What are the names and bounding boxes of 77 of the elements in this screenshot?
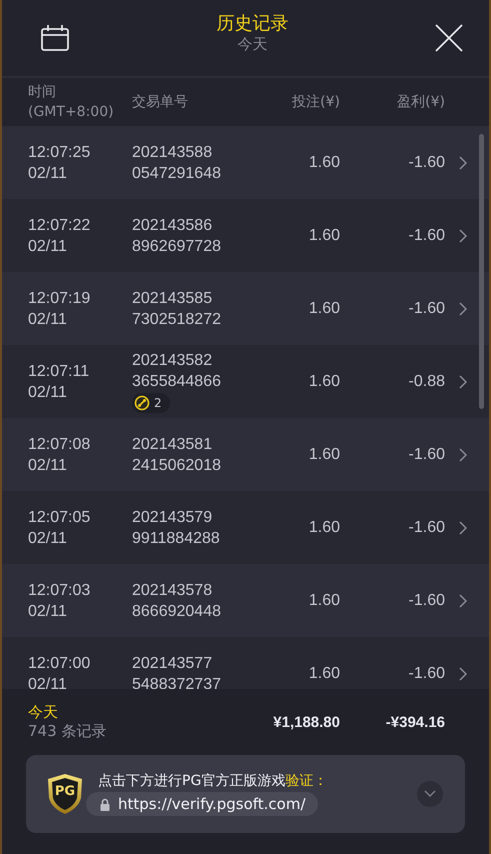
transaction-id: 202143585 7302518272 — [132, 288, 222, 330]
profit-amount: -1.60 — [408, 154, 445, 172]
record-count: 743 条记录 — [28, 722, 108, 741]
profit-amount: -1.60 — [408, 664, 445, 682]
column-header: 交易单号 — [132, 93, 189, 112]
badge-count: 2 — [154, 396, 162, 410]
chevron-right-icon — [459, 374, 467, 388]
expand-button[interactable] — [417, 781, 443, 807]
bet-amount: 1.60 — [308, 372, 340, 390]
bet-amount: 1.60 — [308, 592, 340, 610]
record-row[interactable]: 12:07:00 02/11 202143577 5488372737 1.60 -1.60 — [2, 637, 489, 689]
scrollbar[interactable] — [479, 134, 484, 409]
column-header: 时间 (GMT+8:00) — [28, 83, 115, 122]
verify-message: 点击下方进行PG官方正版游戏验证： — [98, 772, 328, 790]
url-link[interactable]: https://verify.pgsoft.com/ — [86, 792, 318, 816]
record-row[interactable]: 12:07:08 02/11 202143581 2415062018 1.60 -1.60 — [2, 418, 489, 491]
date-text: 02/11 — [28, 164, 68, 184]
pg-logo: PG — [46, 773, 84, 815]
chevron-right-icon — [459, 520, 467, 534]
bet-amount: 1.60 — [308, 664, 340, 682]
column-header: 盈利(¥) — [396, 93, 445, 112]
chevron-right-icon — [459, 302, 467, 316]
profit-amount: -0.88 — [408, 372, 445, 390]
date-text: 02/11 — [28, 602, 68, 622]
time-text: 12:07:05 — [28, 508, 92, 528]
period-label: 今天 — [28, 703, 59, 722]
transaction-id: 202143588 0547291648 — [132, 142, 222, 184]
coin-icon — [134, 395, 150, 411]
date-text: 02/11 — [28, 382, 68, 402]
time-text: 12:07:22 — [28, 216, 92, 236]
profit-amount: -1.60 — [408, 518, 445, 536]
transaction-id: 202143582 3655844866 — [132, 351, 222, 392]
record-row[interactable]: 12:07:11 02/11 202143582 3655844866 2 1.60 -0.88 — [2, 345, 489, 418]
bet-amount: 1.60 — [308, 518, 340, 536]
chevron-right-icon — [459, 666, 467, 680]
profit-amount: -1.60 — [408, 446, 445, 464]
profit-amount: -1.60 — [408, 592, 445, 610]
date-subtitle: 今天 — [238, 34, 268, 54]
transaction-id: 202143578 8666920448 — [132, 580, 222, 622]
transaction-id: 202143581 2415062018 — [132, 434, 222, 476]
record-row[interactable]: 12:07:05 02/11 202143579 9911884288 1.60 -1.60 — [2, 491, 489, 564]
time-text: 12:07:08 — [28, 434, 92, 454]
bet-amount: 1.60 — [308, 226, 340, 244]
date-text: 02/11 — [28, 674, 68, 689]
record-row[interactable]: 12:07:22 02/11 202143586 8962697728 1.60 -1.60 — [2, 199, 489, 272]
bet-amount: 1.60 — [308, 154, 340, 172]
calendar-button[interactable] — [40, 24, 70, 52]
close-button[interactable] — [435, 24, 463, 52]
date-text: 02/11 — [28, 456, 68, 476]
transaction-id: 202143577 5488372737 — [132, 654, 222, 689]
bet-amount: 1.60 — [308, 300, 340, 318]
profit-amount: -1.60 — [408, 300, 445, 318]
lock-icon — [100, 798, 110, 810]
total-profit: -¥394.16 — [384, 714, 445, 730]
column-header: 投注(¥) — [291, 93, 340, 112]
time-text: 12:07:03 — [28, 580, 92, 600]
date-text: 02/11 — [28, 310, 68, 330]
chevron-right-icon — [459, 228, 467, 242]
chevron-down-icon — [424, 790, 436, 798]
time-text: 12:07:11 — [28, 362, 90, 382]
window-title: 历史记录 — [216, 12, 288, 34]
time-text: 12:07:25 — [28, 142, 92, 162]
profit-amount: -1.60 — [408, 226, 445, 244]
chevron-right-icon — [459, 594, 467, 608]
record-row[interactable]: 12:07:19 02/11 202143585 7302518272 1.60 -1.60 — [2, 272, 489, 345]
transaction-id: 202143579 9911884288 — [132, 508, 221, 548]
date-text: 02/11 — [28, 528, 68, 548]
bet-amount: 1.60 — [308, 446, 340, 464]
record-row[interactable]: 12:07:25 02/11 202143588 0547291648 1.60 -1.60 — [2, 126, 489, 199]
total-bet: ¥1,188.80 — [272, 714, 340, 730]
time-text: 12:07:19 — [28, 288, 92, 308]
transaction-id: 202143586 8962697728 — [132, 216, 222, 256]
chevron-right-icon — [459, 156, 467, 170]
record-row[interactable]: 12:07:03 02/11 202143578 8666920448 1.60 -1.60 — [2, 564, 489, 637]
chevron-right-icon — [459, 448, 467, 462]
date-text: 02/11 — [28, 236, 68, 256]
time-text: 12:07:00 — [28, 654, 92, 674]
